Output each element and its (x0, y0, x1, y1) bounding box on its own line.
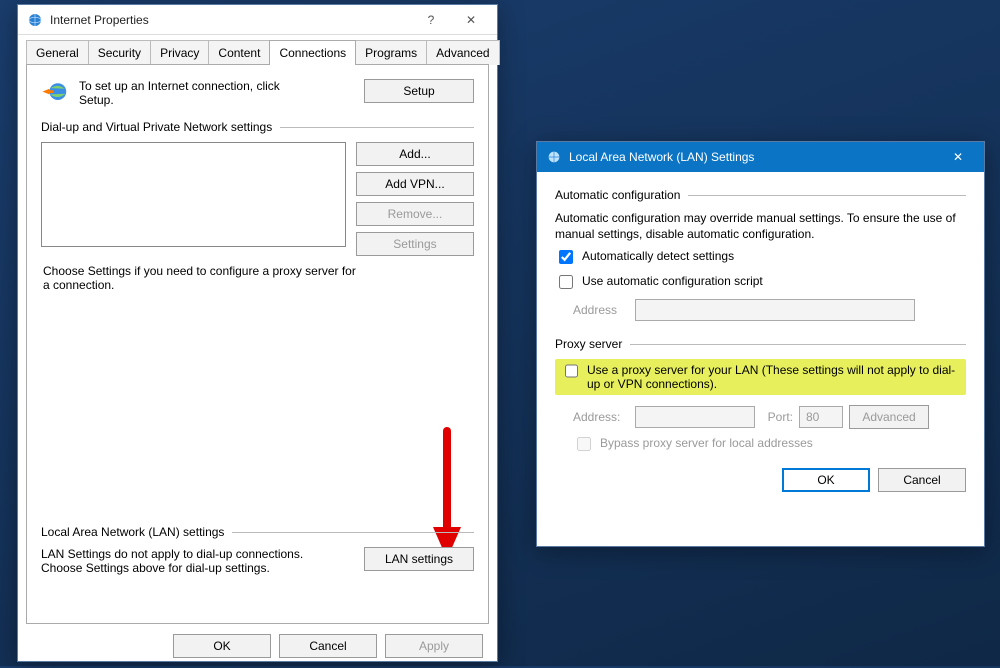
add-button[interactable]: Add... (356, 142, 474, 166)
use-proxy-input[interactable] (565, 364, 578, 378)
tab-privacy[interactable]: Privacy (150, 40, 209, 65)
add-vpn-button[interactable]: Add VPN... (356, 172, 474, 196)
group-dialup-heading: Dial-up and Virtual Private Network sett… (41, 120, 272, 134)
auto-detect-checkbox[interactable]: Automatically detect settings (555, 249, 966, 267)
auto-script-checkbox[interactable]: Use automatic configuration script (555, 274, 966, 292)
tab-general[interactable]: General (26, 40, 89, 65)
setup-hint: To set up an Internet connection, click … (79, 79, 309, 107)
group-lan-heading: Local Area Network (LAN) settings (41, 525, 224, 539)
internet-icon (26, 11, 44, 29)
apply-button[interactable]: Apply (385, 634, 483, 658)
proxy-port-label: Port: (761, 410, 793, 424)
auto-detect-label: Automatically detect settings (582, 249, 734, 263)
bypass-label: Bypass proxy server for local addresses (600, 436, 813, 450)
tab-security[interactable]: Security (88, 40, 151, 65)
close-icon[interactable]: ✕ (451, 7, 491, 33)
auto-script-input[interactable] (559, 275, 573, 289)
lan-settings-dialog: Local Area Network (LAN) Settings ✕ Auto… (536, 141, 985, 547)
group-proxy-heading: Proxy server (555, 337, 622, 351)
cancel-button[interactable]: Cancel (878, 468, 966, 492)
advanced-button[interactable]: Advanced (849, 405, 929, 429)
auto-detect-input[interactable] (559, 250, 573, 264)
use-proxy-checkbox[interactable]: Use a proxy server for your LAN (These s… (561, 363, 960, 391)
bypass-input[interactable] (577, 437, 591, 451)
internet-icon (545, 148, 563, 166)
use-proxy-label: Use a proxy server for your LAN (These s… (587, 363, 960, 391)
divider (232, 532, 474, 533)
settings-button[interactable]: Settings (356, 232, 474, 256)
auto-script-address-input[interactable] (635, 299, 915, 321)
proxy-address-label: Address: (573, 410, 629, 424)
window-title: Local Area Network (LAN) Settings (569, 150, 938, 164)
tab-connections[interactable]: Connections (269, 40, 356, 65)
proxy-port-input[interactable] (799, 406, 843, 428)
setup-button[interactable]: Setup (364, 79, 474, 103)
titlebar[interactable]: Local Area Network (LAN) Settings ✕ (537, 142, 984, 172)
address-label: Address (573, 303, 629, 317)
help-icon[interactable]: ? (411, 7, 451, 33)
tab-advanced[interactable]: Advanced (426, 40, 499, 65)
window-title: Internet Properties (50, 13, 411, 27)
tabpage-connections: To set up an Internet connection, click … (26, 64, 489, 624)
proxy-address-input[interactable] (635, 406, 755, 428)
bypass-checkbox[interactable]: Bypass proxy server for local addresses (573, 436, 966, 454)
divider (280, 127, 474, 128)
ok-button[interactable]: OK (173, 634, 271, 658)
tabstrip: General Security Privacy Content Connect… (26, 40, 489, 65)
divider (630, 344, 966, 345)
ok-button[interactable]: OK (782, 468, 870, 492)
globe-arrow-icon (41, 79, 69, 110)
lan-note: LAN Settings do not apply to dial-up con… (41, 547, 341, 575)
auto-script-label: Use automatic configuration script (582, 274, 763, 288)
tab-programs[interactable]: Programs (355, 40, 427, 65)
titlebar[interactable]: Internet Properties ? ✕ (18, 5, 497, 35)
auto-note: Automatic configuration may override man… (555, 210, 966, 242)
tab-content[interactable]: Content (208, 40, 270, 65)
group-auto-heading: Automatic configuration (555, 188, 680, 202)
remove-button[interactable]: Remove... (356, 202, 474, 226)
close-icon[interactable]: ✕ (938, 144, 978, 170)
dialup-listbox[interactable] (41, 142, 346, 247)
divider (688, 195, 966, 196)
internet-properties-dialog: Internet Properties ? ✕ General Security… (17, 4, 498, 662)
cancel-button[interactable]: Cancel (279, 634, 377, 658)
dialup-note: Choose Settings if you need to configure… (43, 264, 363, 292)
lan-settings-button[interactable]: LAN settings (364, 547, 474, 571)
